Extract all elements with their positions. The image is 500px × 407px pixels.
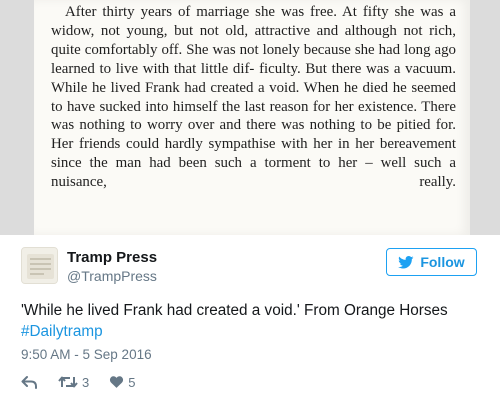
avatar[interactable] (21, 247, 58, 284)
like-button[interactable]: 5 (109, 375, 135, 390)
follow-button[interactable]: Follow (386, 248, 477, 276)
tweet-timestamp[interactable]: 9:50 AM - 5 Sep 2016 (21, 347, 152, 362)
book-line: After thirty years of marriage she was f… (65, 4, 389, 20)
book-line: since the man had been such a torment to… (51, 155, 456, 172)
book-line: friends could hardly sympathise with her… (79, 136, 456, 153)
tramp-press-logo (22, 248, 57, 283)
book-excerpt: After thirty years of marriage she was f… (51, 3, 456, 192)
retweet-count: 3 (82, 374, 90, 390)
hashtag-link[interactable]: #Dailytramp (21, 323, 103, 340)
tweet-text: 'While he lived Frank had created a void… (21, 300, 491, 342)
follow-label: Follow (420, 254, 465, 270)
user-handle[interactable]: @TrampPress (67, 268, 157, 284)
like-count: 5 (128, 374, 136, 390)
book-line: nuisance, really. (51, 174, 456, 191)
twitter-bird-icon (398, 255, 414, 268)
reply-icon (21, 376, 37, 389)
retweet-button[interactable]: 3 (58, 375, 89, 390)
display-name[interactable]: Tramp Press (67, 249, 157, 266)
book-page-photo: After thirty years of marriage she was f… (0, 0, 500, 235)
reply-button[interactable] (21, 375, 38, 389)
heart-icon (110, 376, 124, 388)
tweet-actions: 3 5 (21, 372, 135, 392)
tweet-body: 'While he lived Frank had created a void… (21, 302, 448, 319)
retweet-icon (58, 376, 78, 388)
